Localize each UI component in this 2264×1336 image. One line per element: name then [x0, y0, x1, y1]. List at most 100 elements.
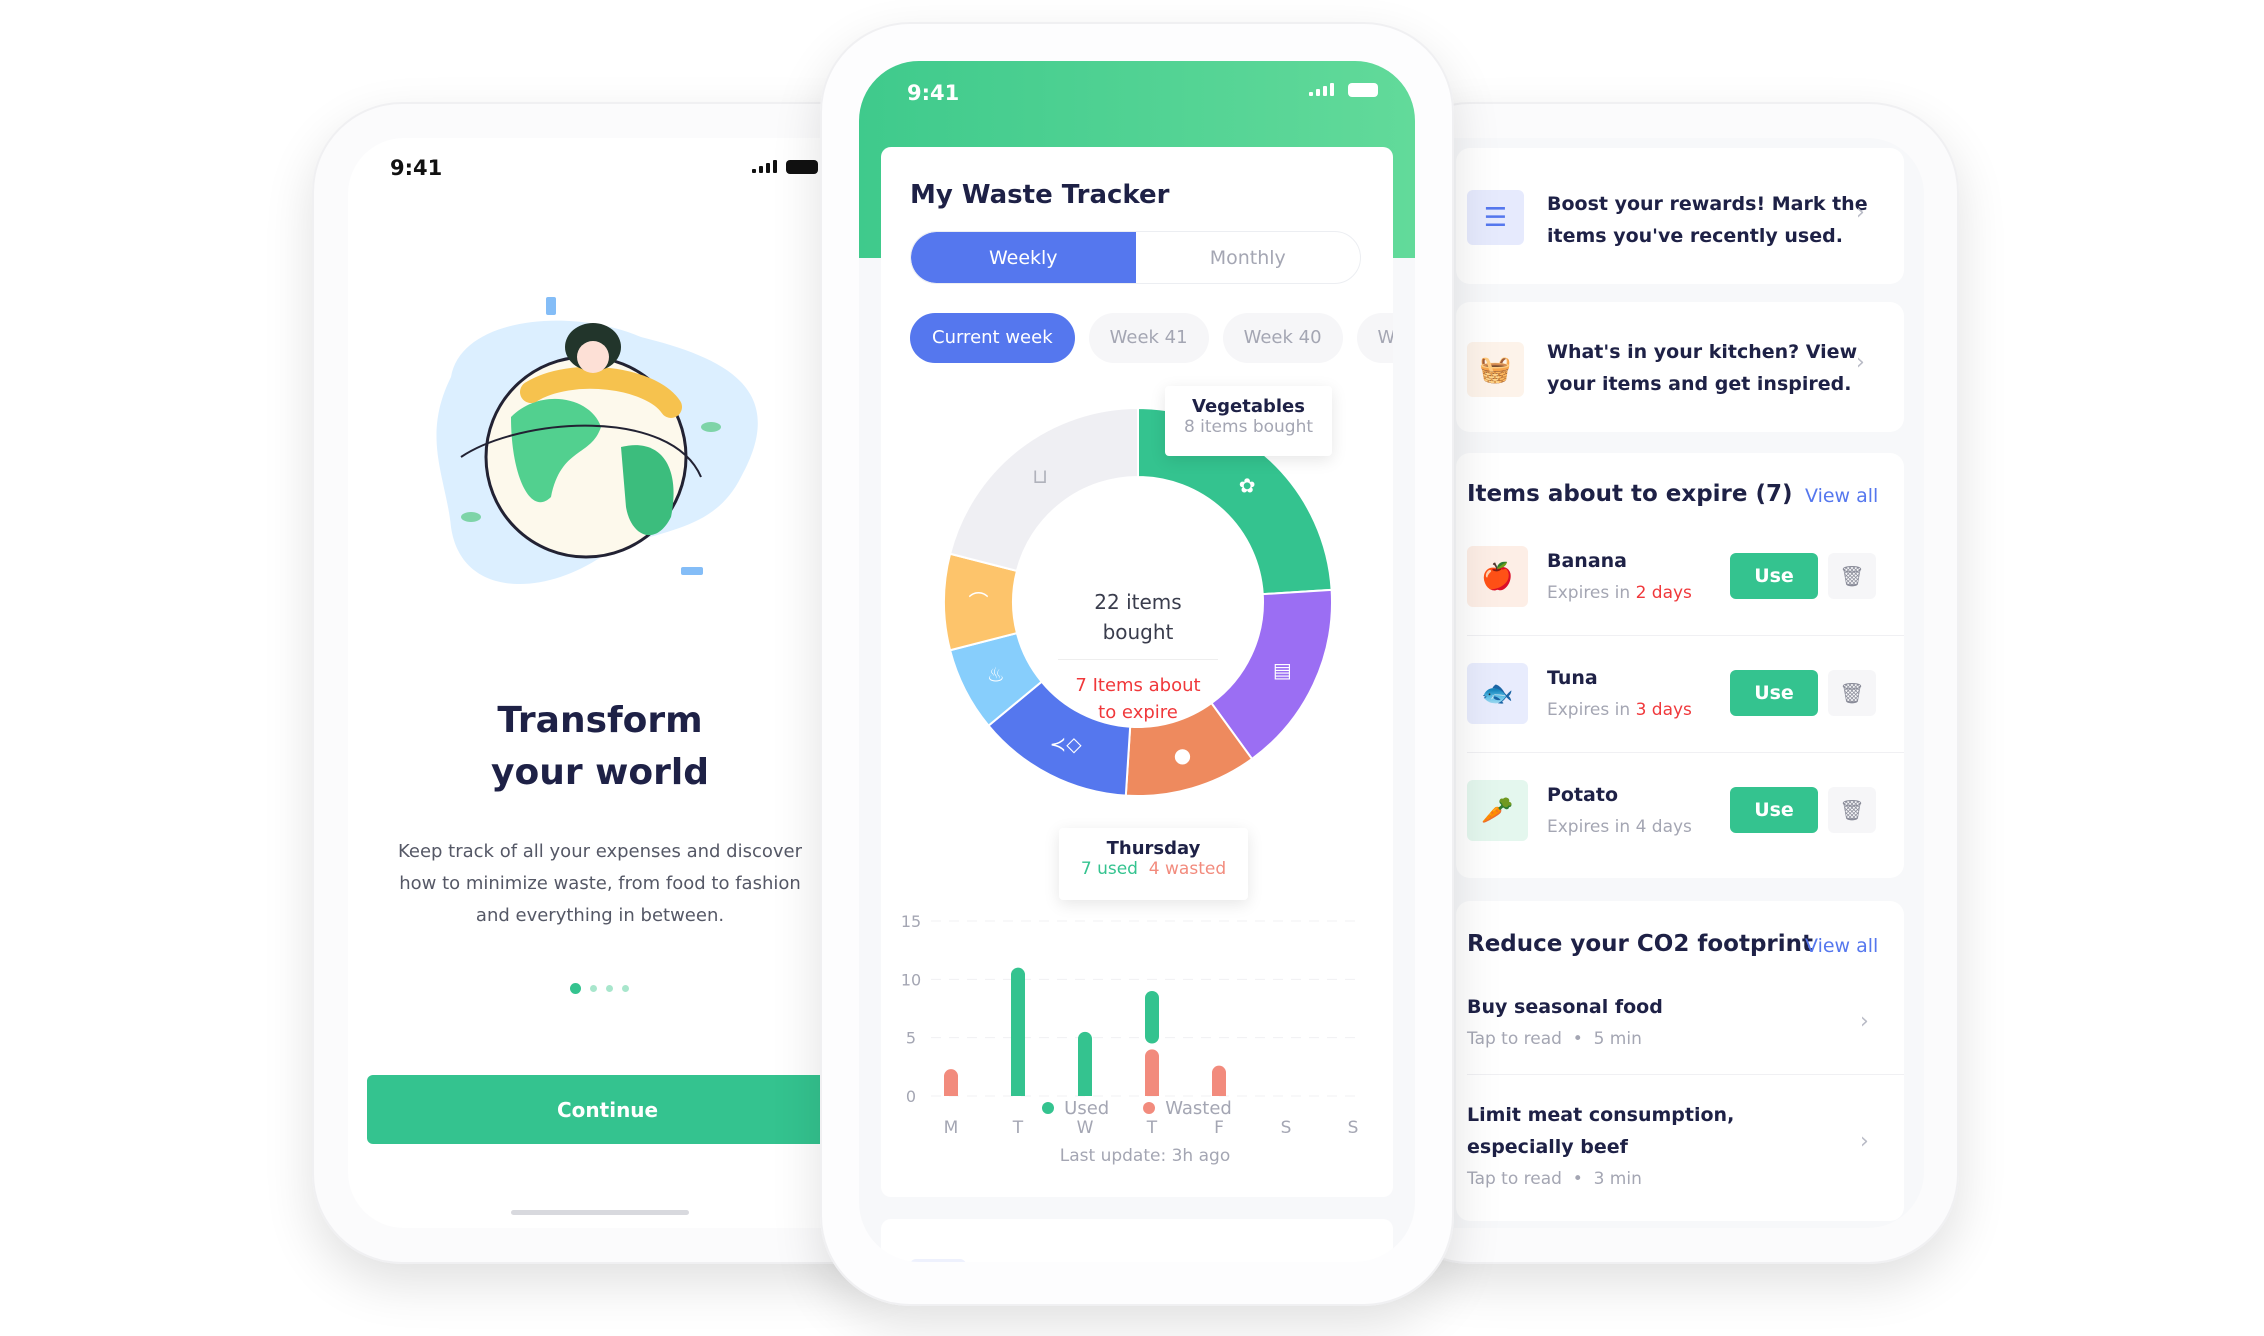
expiring-item-row: 🍎 Banana Expires in 2 days Use 🗑	[1456, 546, 1904, 626]
tooltip-title: Thursday	[1106, 838, 1201, 859]
legend-wasted: Wasted	[1143, 1098, 1232, 1119]
delete-button[interactable]: 🗑	[1828, 787, 1876, 833]
chicken-leg-icon: ♨	[987, 662, 1005, 686]
trash-icon: 🗑	[1839, 798, 1865, 822]
page-dot[interactable]	[590, 985, 597, 992]
vegetables-icon: ✿	[1239, 474, 1256, 498]
article-title: especially beef	[1467, 1136, 1628, 1158]
donut-center-label: 22 items bought 7 Items about to expire	[1038, 587, 1238, 726]
item-expiry: Expires in 4 days	[1547, 812, 1692, 842]
onboarding-title: Transform your world	[348, 695, 852, 799]
use-label: Use	[1754, 565, 1794, 587]
expire-count: 7 Items about	[1075, 675, 1201, 696]
delete-button[interactable]: 🗑	[1828, 553, 1876, 599]
page-dot[interactable]	[622, 985, 629, 992]
divider	[1467, 752, 1904, 753]
bar-tooltip: Thursday 7 used 4 wasted	[1059, 828, 1248, 900]
battery-icon	[786, 160, 818, 174]
article-item[interactable]: Buy seasonal food Tap to read • 5 min ›	[1467, 991, 1887, 1061]
legend-label: Used	[1064, 1098, 1110, 1119]
promo-card-rewards[interactable]: ☰ Boost your rewards! Mark the items you…	[1456, 148, 1904, 284]
item-name: Potato	[1547, 784, 1619, 806]
use-label: Use	[1754, 682, 1794, 704]
tooltip-used: 7 used	[1080, 859, 1138, 879]
promo-card-kitchen[interactable]: 🧺 What's in your kitchen? View your item…	[1456, 302, 1904, 432]
expiry-prefix: Expires in	[1547, 817, 1631, 837]
article-meta: Tap to read • 3 min	[1467, 1169, 1642, 1189]
status-time: 9:41	[390, 156, 443, 180]
item-expiry: Expires in 3 days	[1547, 695, 1692, 725]
expiry-days: 4 days	[1635, 817, 1692, 837]
page-indicator[interactable]	[570, 983, 629, 994]
promo-line: your items and get inspired.	[1547, 373, 1852, 395]
use-button[interactable]: Use	[1730, 670, 1818, 716]
bar-wasted-base	[1145, 1089, 1159, 1096]
promo-line: items you've recently used.	[1547, 225, 1843, 247]
used-dot-icon	[1042, 1102, 1055, 1114]
expiry-days: 3 days	[1635, 700, 1692, 720]
co2-card: Reduce your CO2 footprint View all Buy s…	[1456, 901, 1904, 1221]
total-items: 22 items	[1094, 590, 1182, 614]
bar-used	[1011, 967, 1025, 1096]
title-line: your world	[491, 752, 709, 793]
waste-tracker-card: My Waste Tracker Weekly Monthly Current …	[881, 147, 1393, 1197]
tooltip-values: 7 used 4 wasted	[1059, 859, 1248, 879]
description-line: and everything in between.	[475, 905, 725, 926]
promo-text: Boost your rewards! Mark the items you'v…	[1547, 188, 1868, 252]
chevron-right-icon: ›	[1860, 1129, 1869, 1154]
page-dot[interactable]	[606, 985, 613, 992]
vegetables-icon: 🥕	[1467, 780, 1528, 841]
expiring-items-card: Items about to expire (7) View all 🍎 Ban…	[1456, 453, 1904, 878]
section-title: Items about to expire (7)	[1467, 481, 1793, 507]
trash-icon: 🗑	[1839, 564, 1865, 588]
bar-used	[1145, 991, 1159, 1044]
donut-tooltip: Vegetables 8 items bought	[1165, 386, 1332, 456]
expiry-prefix: Expires in	[1547, 700, 1631, 720]
list-icon: ☰	[1467, 190, 1524, 245]
globe-illustration	[436, 297, 758, 585]
delete-button[interactable]: 🗑	[1828, 670, 1876, 716]
next-card	[881, 1219, 1393, 1262]
x-tick-label: S	[1281, 1118, 1292, 1138]
article-meta: Tap to read • 5 min	[1467, 1029, 1642, 1049]
tooltip-title: Vegetables	[1192, 396, 1305, 417]
y-tick-label: 15	[901, 912, 921, 931]
view-all-link[interactable]: View all	[1805, 485, 1878, 507]
chart-legend: Used Wasted	[881, 1098, 1393, 1119]
article-title: Limit meat consumption,	[1467, 1104, 1735, 1126]
promo-line: What's in your kitchen? View	[1547, 341, 1858, 363]
chevron-right-icon: ›	[1856, 200, 1865, 225]
divider	[1467, 1074, 1904, 1075]
signal-icon	[1309, 83, 1334, 96]
article-title: Buy seasonal food	[1467, 996, 1663, 1018]
article-item[interactable]: Limit meat consumption, especially beef …	[1467, 1099, 1887, 1199]
legend-used: Used	[1042, 1098, 1109, 1119]
description-line: how to minimize waste, from food to fash…	[399, 873, 801, 894]
page-dot-active[interactable]	[570, 983, 581, 994]
promo-text: What's in your kitchen? View your items …	[1547, 336, 1857, 400]
donut-slice-other[interactable]	[948, 406, 1139, 573]
bar-used-base	[1011, 1089, 1025, 1096]
title-line: Transform	[497, 700, 703, 741]
x-tick-label: T	[1012, 1118, 1024, 1138]
description-line: Keep track of all your expenses and disc…	[397, 841, 803, 862]
promo-line: Boost your rewards! Mark the	[1547, 193, 1868, 215]
battery-icon	[1348, 83, 1378, 97]
home-indicator	[511, 1210, 689, 1215]
expiry-prefix: Expires in	[1547, 583, 1631, 603]
milk-cheese-icon: ▤	[1273, 658, 1292, 682]
use-button[interactable]: Use	[1730, 787, 1818, 833]
apple-icon: ●	[1174, 743, 1191, 767]
view-all-link[interactable]: View all	[1805, 935, 1878, 957]
x-tick-label: W	[1077, 1118, 1094, 1138]
legend-label: Wasted	[1165, 1098, 1232, 1119]
shopping-bag-icon: ⊔	[1032, 464, 1048, 488]
apple-icon: 🍎	[1467, 546, 1528, 607]
bread-icon: ⌒	[969, 590, 989, 614]
item-expiry: Expires in 2 days	[1547, 578, 1692, 608]
total-items: bought	[1102, 620, 1174, 644]
tooltip-wasted: 4 wasted	[1148, 859, 1227, 879]
wasted-dot-icon	[1143, 1102, 1156, 1114]
expire-count: to expire	[1098, 702, 1178, 723]
use-button[interactable]: Use	[1730, 553, 1818, 599]
